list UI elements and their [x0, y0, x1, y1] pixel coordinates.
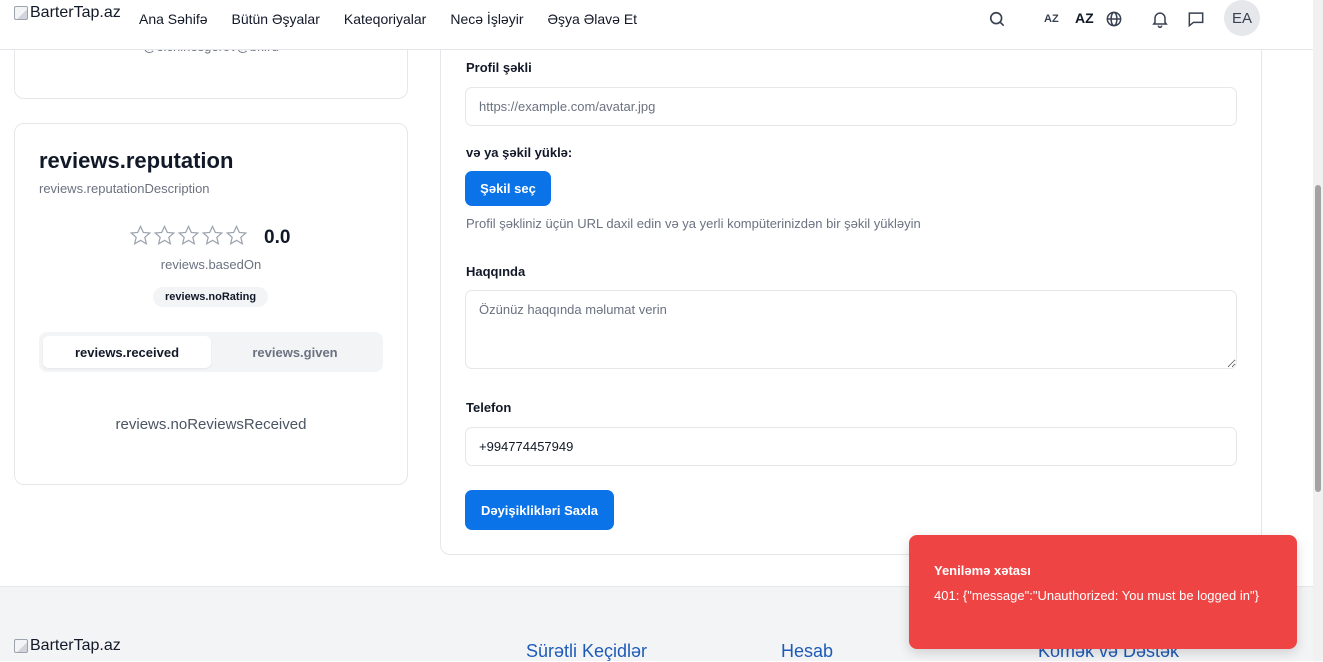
- nav-home[interactable]: Ana Səhifə: [139, 11, 208, 27]
- nav-all-items[interactable]: Bütün Əşyalar: [232, 11, 320, 27]
- scrollbar-thumb[interactable]: [1315, 185, 1321, 492]
- rating-value: 0.0: [264, 227, 291, 248]
- upload-helper-text: Profil şəkliniz üçün URL daxil edin və y…: [466, 216, 921, 231]
- main-nav: Ana Səhifə Bütün Əşyalar Kateqoriyalar N…: [139, 11, 637, 27]
- footer-heading-quick-links: Sürətli Keçidlər: [526, 641, 648, 661]
- nav-how-it-works[interactable]: Necə İşləyir: [450, 11, 523, 27]
- globe-icon[interactable]: [1104, 9, 1124, 29]
- based-on-text: reviews.basedOn: [160, 257, 262, 272]
- empty-reviews-message: reviews.noReviewsReceived: [115, 416, 307, 433]
- avatar-url-input[interactable]: [465, 87, 1237, 126]
- footer-heading-account: Hesab: [781, 641, 834, 661]
- logo-alt-text: BarterTap.az: [30, 4, 121, 21]
- reputation-card: reviews.reputation reviews.reputationDes…: [14, 123, 408, 485]
- avatar-url-label: Profil şəkli: [466, 60, 532, 75]
- toast-title: Yeniləmə xətası: [934, 563, 1031, 578]
- no-rating-badge: reviews.noRating: [153, 287, 269, 307]
- choose-image-button[interactable]: Şəkil seç: [465, 171, 551, 206]
- about-textarea[interactable]: [465, 290, 1237, 369]
- star-icon: [225, 224, 248, 245]
- site-logo[interactable]: BarterTap.az: [14, 4, 121, 22]
- reviews-tabs: reviews.received reviews.given: [39, 332, 383, 372]
- error-toast[interactable]: Yeniləmə xətası 401: {"message":"Unautho…: [909, 535, 1297, 649]
- star-icon: [177, 224, 200, 245]
- footer-logo-alt-text: BarterTap.az: [30, 637, 121, 654]
- language-code[interactable]: AZ: [1075, 10, 1094, 26]
- upload-label: və ya şəkil yüklə:: [466, 145, 573, 160]
- broken-image-icon: [14, 6, 28, 20]
- nav-add-item[interactable]: Əşya Əlavə Et: [548, 11, 638, 27]
- star-icon: [153, 224, 176, 245]
- phone-input[interactable]: [465, 427, 1237, 466]
- star-icon: [129, 224, 152, 245]
- chat-icon[interactable]: [1186, 9, 1206, 29]
- reputation-title: reviews.reputation: [39, 148, 234, 173]
- about-label: Haqqında: [466, 264, 526, 279]
- top-navbar: BarterTap.az Ana Səhifə Bütün Əşyalar Ka…: [0, 0, 1313, 50]
- phone-label: Telefon: [466, 400, 512, 415]
- bell-icon[interactable]: [1150, 9, 1170, 29]
- language-code-small[interactable]: AZ: [1044, 13, 1059, 25]
- user-avatar[interactable]: EA: [1224, 0, 1260, 36]
- toast-message: 401: {"message":"Unauthorized: You must …: [934, 588, 1259, 603]
- footer-logo[interactable]: BarterTap.az: [14, 637, 121, 655]
- broken-image-icon: [14, 639, 28, 653]
- page-scrollbar[interactable]: [1313, 0, 1323, 661]
- tab-reviews-received[interactable]: reviews.received: [43, 336, 211, 368]
- reputation-description: reviews.reputationDescription: [39, 181, 210, 196]
- search-icon[interactable]: [987, 9, 1007, 29]
- save-changes-button[interactable]: Dəyişiklikləri Saxla: [465, 490, 614, 530]
- tab-reviews-given[interactable]: reviews.given: [211, 336, 379, 368]
- star-rating: [129, 224, 248, 247]
- nav-categories[interactable]: Kateqoriyalar: [344, 11, 427, 27]
- star-icon: [201, 224, 224, 245]
